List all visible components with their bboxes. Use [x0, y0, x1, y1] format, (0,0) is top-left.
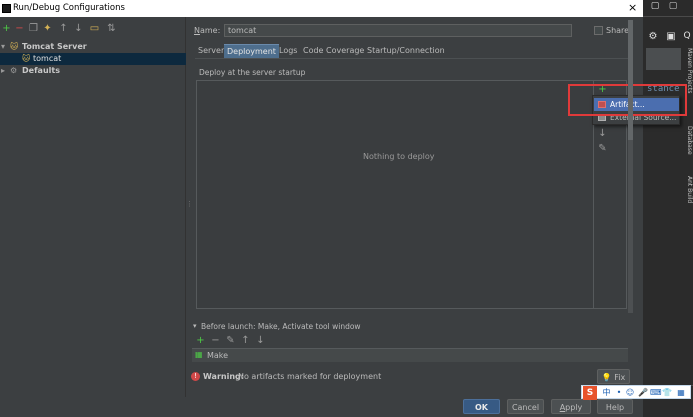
move-up-task-icon[interactable]: ↑ — [240, 335, 251, 346]
add-task-icon[interactable]: + — [195, 335, 206, 346]
configurations-panel: + − ❐ ✦ ↑ ↓ ▭ ⇅ ▾ 🐱 Tomcat Server 🐱 tomc… — [0, 17, 186, 400]
splitter-handle[interactable]: ⋮ — [186, 200, 193, 212]
layout-icon[interactable]: ▣ — [663, 30, 679, 44]
deploy-heading: Deploy at the server startup — [199, 68, 306, 77]
scrollbar-thumb[interactable] — [628, 20, 633, 140]
search-icon[interactable]: Q — [679, 30, 693, 44]
ime-punct-icon[interactable]: • — [614, 386, 624, 400]
share-label: Share — [606, 26, 630, 35]
name-label: Name: — [194, 26, 221, 35]
tree-label-tomcat-server: Tomcat Server — [22, 42, 87, 51]
sogou-logo-icon[interactable]: S — [583, 386, 597, 400]
move-down-artifact-icon[interactable]: ↓ — [597, 128, 608, 139]
tree-node-defaults[interactable]: ▸ ⚙ Defaults — [0, 65, 186, 77]
settings-icon[interactable]: ⚙ — [645, 30, 661, 44]
ime-toolbar: S 中 • ☺ 🎤 ⌨ 👕 ▦ — [581, 385, 691, 400]
name-field[interactable]: tomcat — [224, 24, 572, 37]
fix-button-label: Fix — [614, 373, 626, 382]
tree-label-tomcat: tomcat — [33, 54, 62, 63]
intellij-app-icon — [2, 4, 11, 13]
deployment-list[interactable]: Nothing to deploy — [196, 80, 627, 309]
ime-lang-toggle[interactable]: 中 — [601, 386, 612, 400]
copy-icon[interactable]: ❐ — [28, 23, 39, 34]
before-launch-task[interactable]: Make — [207, 351, 228, 360]
warning-text: No artifacts marked for deployment — [238, 372, 382, 381]
ime-keyboard-icon[interactable]: ⌨ — [650, 386, 662, 400]
ime-mic-icon[interactable]: 🎤 — [638, 386, 648, 400]
help-button[interactable]: Help — [597, 399, 633, 414]
side-tab-database[interactable]: Database — [682, 126, 693, 155]
tree-node-tomcat[interactable]: 🐱 tomcat — [0, 53, 186, 65]
folder-icon[interactable]: ▭ — [89, 23, 100, 34]
tab-code-coverage[interactable]: Code Coverage — [300, 44, 367, 58]
tree-node-tomcat-server[interactable]: ▾ 🐱 Tomcat Server — [0, 41, 186, 53]
move-down-icon[interactable]: ↓ — [73, 23, 84, 34]
edit-artifact-icon[interactable]: ✎ — [597, 143, 608, 154]
ime-emoji-icon[interactable]: ☺ — [625, 386, 635, 400]
tomcat-icon: 🐱 — [22, 54, 31, 63]
remove-icon[interactable]: − — [14, 23, 25, 34]
edit-defaults-icon[interactable]: ✦ — [42, 23, 53, 34]
share-checkbox[interactable] — [594, 26, 603, 35]
defaults-icon: ⚙ — [10, 66, 18, 75]
chevron-right-icon[interactable]: ▸ — [1, 65, 5, 77]
vertical-scrollbar[interactable] — [628, 20, 633, 313]
warning-icon: ! — [191, 372, 200, 381]
move-up-icon[interactable]: ↑ — [58, 23, 69, 34]
tree-label-defaults: Defaults — [22, 66, 60, 75]
side-tab-ant-build[interactable]: Ant Build — [682, 176, 693, 203]
configurations-toolbar: + − ❐ ✦ ↑ ↓ ▭ ⇅ — [0, 23, 186, 37]
remove-task-icon[interactable]: − — [210, 335, 221, 346]
editor-tab-area — [646, 48, 681, 70]
ok-button[interactable]: OK — [463, 399, 500, 414]
before-launch-toolbar: + − ✎ ↑ ↓ — [192, 334, 312, 348]
tab-deployment[interactable]: Deployment — [224, 44, 279, 58]
background-ide-window: ▢ ▢ ⚙ ▣ Q stance Maven Projects Database… — [643, 0, 693, 417]
before-launch-label[interactable]: Before launch: Make, Activate tool windo… — [201, 322, 361, 331]
tab-divider — [195, 58, 631, 59]
window-title: Run/Debug Configurations — [13, 3, 125, 13]
before-launch-list[interactable]: ▦ Make — [192, 348, 628, 362]
tab-server[interactable]: Server — [195, 44, 227, 58]
edit-task-icon[interactable]: ✎ — [225, 335, 236, 346]
close-icon[interactable]: × — [628, 1, 637, 14]
move-down-task-icon[interactable]: ↓ — [255, 335, 266, 346]
minimize-icon[interactable]: ▢ — [647, 0, 663, 14]
cancel-button[interactable]: Cancel — [507, 399, 544, 414]
add-icon[interactable]: + — [1, 23, 12, 34]
title-bar: Run/Debug Configurations × — [0, 0, 643, 17]
dialog-footer — [0, 397, 643, 417]
restore-icon[interactable]: ▢ — [665, 0, 681, 14]
ime-skin-icon[interactable]: 👕 — [662, 386, 672, 400]
fix-button[interactable]: 💡 Fix — [597, 369, 630, 384]
tab-startup-connection[interactable]: Startup/Connection — [364, 44, 448, 58]
sort-icon[interactable]: ⇅ — [106, 23, 117, 34]
chevron-down-icon[interactable]: ▾ — [1, 41, 5, 53]
ime-tools-icon[interactable]: ▦ — [675, 386, 687, 400]
collapse-triangle-icon[interactable]: ▾ — [193, 322, 197, 330]
tab-logs[interactable]: Logs — [276, 44, 300, 58]
lightbulb-icon: 💡 — [601, 373, 612, 382]
apply-button[interactable]: Apply — [551, 399, 591, 414]
make-icon: ▦ — [195, 350, 203, 359]
tomcat-server-icon: 🐱 — [10, 42, 19, 51]
empty-deploy-text: Nothing to deploy — [363, 152, 435, 161]
